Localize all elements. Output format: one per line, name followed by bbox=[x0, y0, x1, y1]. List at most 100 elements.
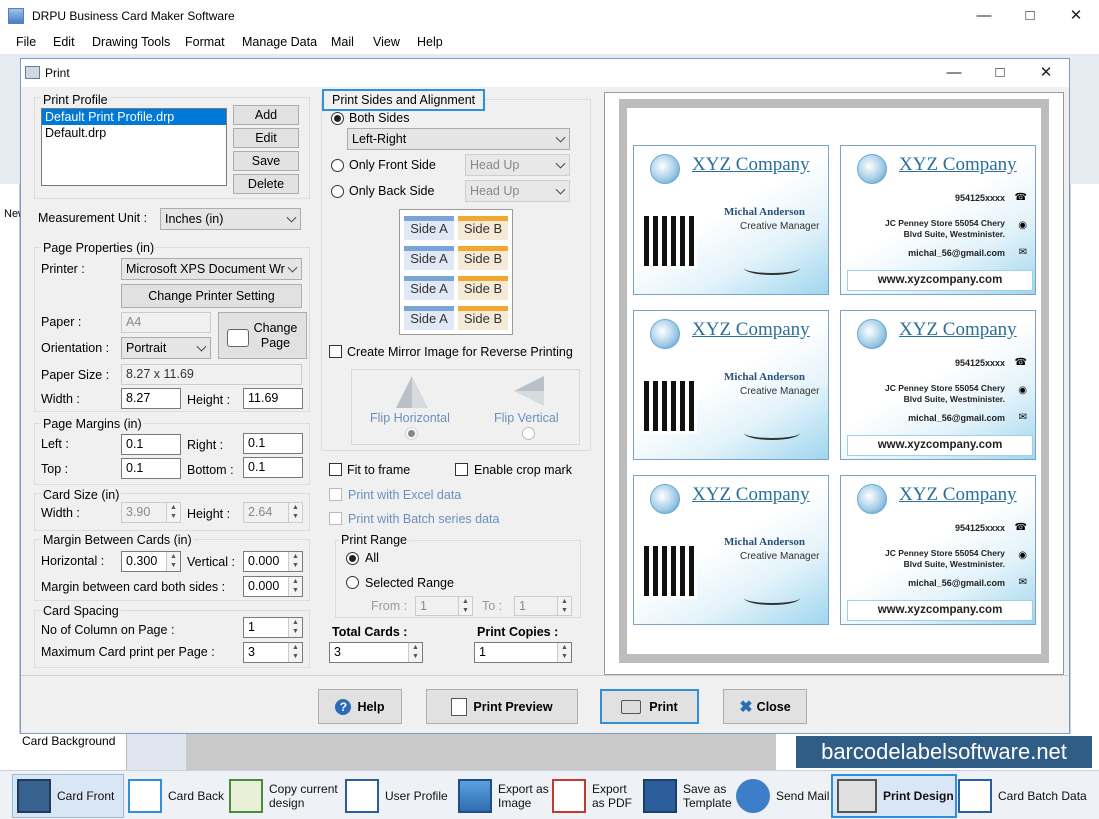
spin-arrows-icon[interactable]: ▲ ▼ bbox=[458, 597, 472, 615]
menu-view[interactable]: View bbox=[373, 35, 400, 49]
alignment-select[interactable]: Left-Right bbox=[347, 128, 570, 150]
save-profile-button[interactable]: Save bbox=[233, 151, 299, 171]
vertical-margin-field[interactable]: 0.000 ▲ ▼ bbox=[243, 551, 303, 572]
card-batch-button[interactable]: Card Batch Data bbox=[958, 774, 1096, 818]
chevron-down-icon bbox=[287, 262, 298, 273]
send-mail-button[interactable]: Send Mail bbox=[736, 774, 830, 818]
page-width-field[interactable]: 8.27 bbox=[121, 388, 181, 409]
columns-field[interactable]: 1 ▲ ▼ bbox=[243, 617, 303, 638]
phone-number: 954125xxxx bbox=[954, 523, 1005, 533]
spin-arrows-icon[interactable]: ▲ ▼ bbox=[288, 577, 302, 596]
range-all-radio[interactable] bbox=[346, 552, 359, 565]
spin-arrows-icon[interactable]: ▲ ▼ bbox=[288, 552, 302, 571]
page-height-field[interactable]: 11.69 bbox=[243, 388, 303, 409]
flip-horizontal-radio[interactable] bbox=[405, 427, 418, 440]
menu-drawing-tools[interactable]: Drawing Tools bbox=[92, 35, 170, 49]
chevron-down-icon bbox=[555, 158, 566, 169]
user-profile-button[interactable]: User Profile bbox=[345, 774, 453, 818]
save-template-button[interactable]: Save as Template bbox=[643, 774, 735, 818]
range-from-field[interactable]: 1 ▲ ▼ bbox=[415, 596, 473, 616]
card-front-button[interactable]: Card Front bbox=[12, 774, 124, 818]
spin-arrows-icon[interactable]: ▲ ▼ bbox=[288, 503, 302, 522]
total-cards-field[interactable]: 3 ▲ ▼ bbox=[329, 642, 423, 663]
both-sides-radio[interactable] bbox=[331, 112, 344, 125]
orientation-select[interactable]: Portrait bbox=[121, 337, 211, 359]
print-button[interactable]: Print bbox=[600, 689, 699, 724]
app-icon bbox=[8, 8, 24, 24]
print-preview-button[interactable]: Print Preview bbox=[426, 689, 578, 724]
pdf-icon bbox=[552, 779, 586, 813]
menu-mail[interactable]: Mail bbox=[331, 35, 354, 49]
batch-data-checkbox[interactable] bbox=[329, 512, 342, 525]
print-copies-field[interactable]: 1 ▲ ▼ bbox=[474, 642, 572, 663]
add-profile-button[interactable]: Add bbox=[233, 105, 299, 125]
card-front-preview: XYZ Company Michal Anderson Creative Manag… bbox=[633, 475, 829, 625]
menu-edit[interactable]: Edit bbox=[53, 35, 75, 49]
back-side-radio[interactable] bbox=[331, 185, 344, 198]
dialog-title: Print bbox=[45, 66, 70, 80]
margin-bottom-field[interactable]: 0.1 bbox=[243, 457, 303, 478]
menu-format[interactable]: Format bbox=[185, 35, 225, 49]
flip-vertical-radio[interactable] bbox=[522, 427, 535, 440]
margin-left-field[interactable]: 0.1 bbox=[121, 434, 181, 455]
card-width-label: Width : bbox=[41, 506, 80, 520]
change-page-button[interactable]: Change Page bbox=[218, 312, 307, 359]
spin-arrows-icon[interactable]: ▲ ▼ bbox=[557, 597, 571, 615]
close-icon[interactable]: ✕ bbox=[1053, 0, 1099, 32]
paper-size-field[interactable]: 8.27 x 11.69 bbox=[121, 364, 302, 385]
crop-mark-checkbox[interactable] bbox=[455, 463, 468, 476]
list-item[interactable]: Default.drp bbox=[42, 125, 226, 141]
front-head-up-select[interactable]: Head Up bbox=[465, 154, 570, 176]
margin-right-field[interactable]: 0.1 bbox=[243, 433, 303, 454]
profile-list[interactable]: Default Print Profile.drp Default.drp bbox=[41, 108, 227, 186]
excel-data-checkbox[interactable] bbox=[329, 488, 342, 501]
dialog-close-icon[interactable]: ✕ bbox=[1023, 57, 1069, 89]
margin-bottom-label: Bottom : bbox=[187, 463, 234, 477]
spin-arrows-icon[interactable]: ▲ ▼ bbox=[557, 643, 571, 662]
dialog-minimize-icon[interactable]: — bbox=[931, 57, 977, 89]
card-back-button[interactable]: Card Back bbox=[128, 774, 228, 818]
front-side-radio[interactable] bbox=[331, 159, 344, 172]
card-front-preview: XYZ Company Michal Anderson Creative Manag… bbox=[633, 310, 829, 460]
total-cards-label: Total Cards : bbox=[332, 625, 408, 639]
spin-arrows-icon[interactable]: ▲ ▼ bbox=[288, 643, 302, 662]
both-sides-margin-field[interactable]: 0.000 ▲ ▼ bbox=[243, 576, 303, 597]
back-head-up-select[interactable]: Head Up bbox=[465, 180, 570, 202]
card-width-field[interactable]: 3.90 ▲ ▼ bbox=[121, 502, 181, 523]
margin-top-field[interactable]: 0.1 bbox=[121, 458, 181, 479]
maximize-icon[interactable]: □ bbox=[1007, 0, 1053, 32]
paper-field[interactable]: A4 bbox=[121, 312, 211, 333]
printer-select[interactable]: Microsoft XPS Document Wr bbox=[121, 258, 302, 280]
minimize-icon[interactable]: — bbox=[961, 0, 1007, 32]
spin-arrows-icon[interactable]: ▲ ▼ bbox=[288, 618, 302, 637]
close-button[interactable]: ✖ Close bbox=[723, 689, 807, 724]
spin-arrows-icon[interactable]: ▲ ▼ bbox=[166, 503, 180, 522]
print-design-button[interactable]: Print Design bbox=[831, 774, 957, 818]
change-printer-button[interactable]: Change Printer Setting bbox=[121, 284, 302, 308]
export-image-button[interactable]: Export as Image bbox=[458, 774, 552, 818]
side-b-tile: Side B bbox=[458, 276, 508, 300]
help-button[interactable]: ? Help bbox=[318, 689, 402, 724]
flip-vertical-icon bbox=[514, 376, 544, 391]
company-name: XYZ Company bbox=[899, 484, 1017, 505]
menu-manage-data[interactable]: Manage Data bbox=[242, 35, 317, 49]
fit-to-frame-checkbox[interactable] bbox=[329, 463, 342, 476]
menu-file[interactable]: File bbox=[16, 35, 36, 49]
range-to-field[interactable]: 1 ▲ ▼ bbox=[514, 596, 572, 616]
card-height-field[interactable]: 2.64 ▲ ▼ bbox=[243, 502, 303, 523]
range-selected-radio[interactable] bbox=[346, 576, 359, 589]
edit-profile-button[interactable]: Edit bbox=[233, 128, 299, 148]
person-name: Michal Anderson bbox=[724, 536, 805, 548]
spin-arrows-icon[interactable]: ▲ ▼ bbox=[166, 552, 180, 571]
horizontal-margin-field[interactable]: 0.300 ▲ ▼ bbox=[121, 551, 181, 572]
dialog-maximize-icon[interactable]: □ bbox=[977, 57, 1023, 89]
copy-design-button[interactable]: Copy current design bbox=[229, 774, 345, 818]
menu-help[interactable]: Help bbox=[417, 35, 443, 49]
list-item[interactable]: Default Print Profile.drp bbox=[42, 109, 226, 125]
spin-arrows-icon[interactable]: ▲ ▼ bbox=[408, 643, 422, 662]
mirror-image-checkbox[interactable] bbox=[329, 345, 342, 358]
measurement-unit-select[interactable]: Inches (in) bbox=[160, 208, 301, 230]
delete-profile-button[interactable]: Delete bbox=[233, 174, 299, 194]
max-cards-field[interactable]: 3 ▲ ▼ bbox=[243, 642, 303, 663]
export-pdf-button[interactable]: Export as PDF bbox=[552, 774, 642, 818]
